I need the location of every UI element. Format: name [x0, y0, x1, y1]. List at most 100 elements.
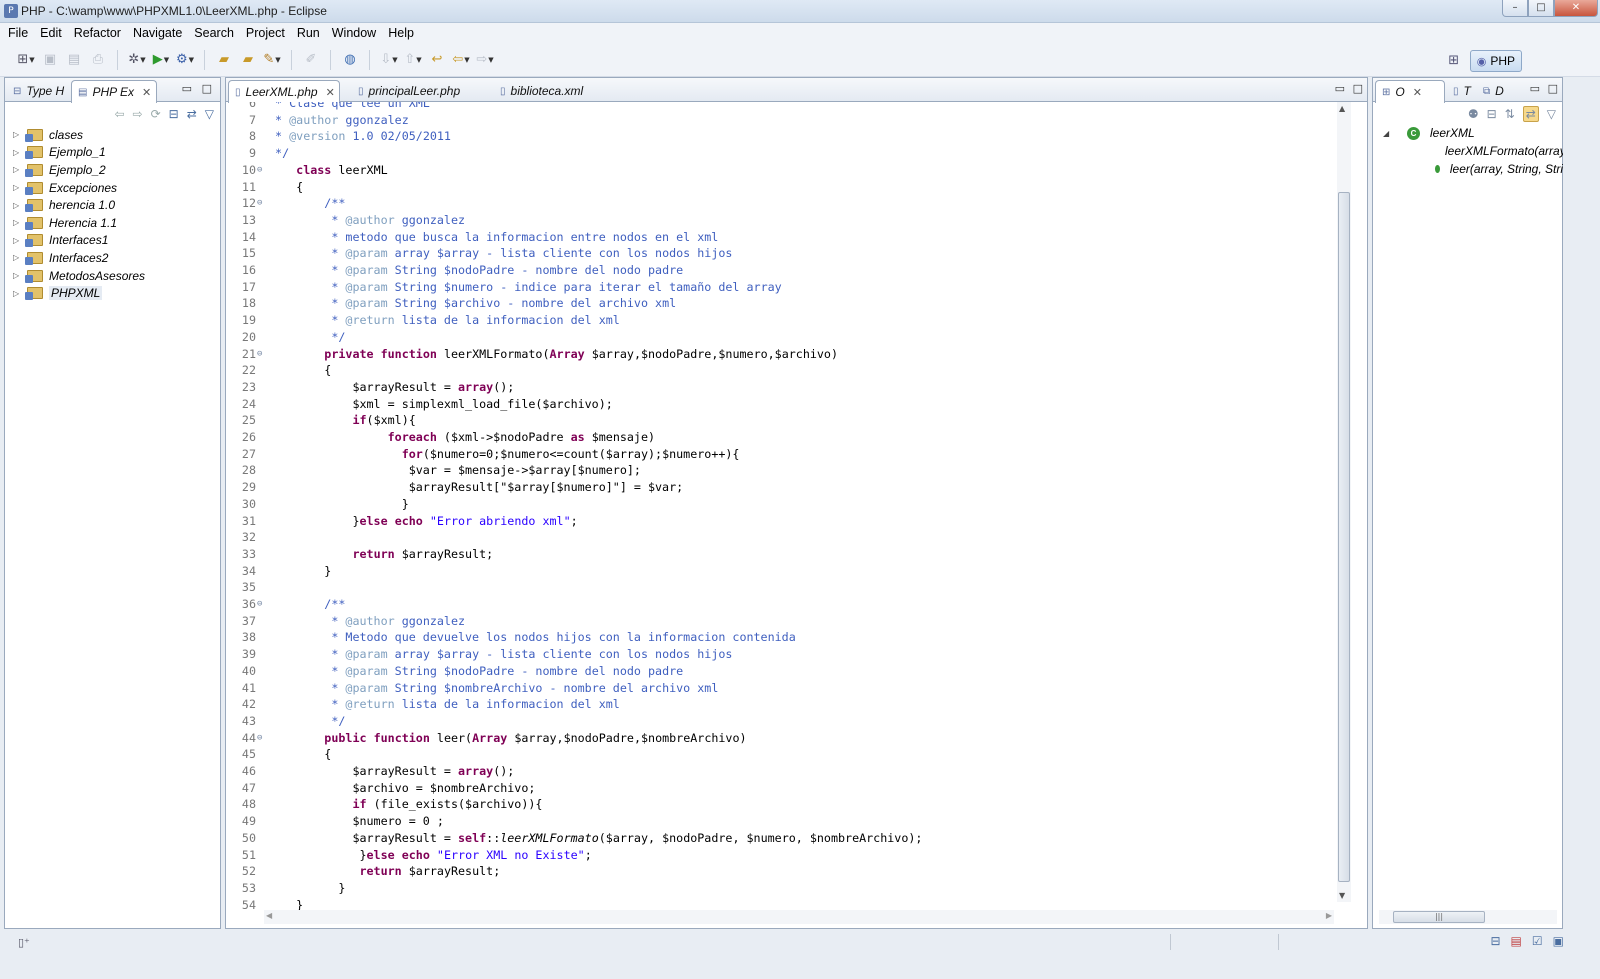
last-edit-icon[interactable]: ↩: [427, 50, 447, 70]
tree-item[interactable]: ▷ Ejemplo_2: [13, 161, 145, 179]
view-menu-icon[interactable]: ▽: [1547, 107, 1556, 121]
scrollbar-thumb[interactable]: [1338, 192, 1350, 882]
expand-icon[interactable]: ▷: [13, 236, 25, 245]
expand-icon[interactable]: ▷: [13, 253, 25, 262]
save-all-icon[interactable]: ▤: [64, 50, 84, 70]
expand-icon[interactable]: ▷: [13, 165, 25, 174]
fold-toggle-icon[interactable]: ⊖: [257, 346, 262, 363]
tree-item[interactable]: ▷ Ejemplo_1: [13, 144, 145, 162]
back-icon[interactable]: ⇦ ▼: [451, 50, 471, 70]
collapse-icon[interactable]: ◢: [1383, 129, 1395, 138]
tab-tasks[interactable]: ▯ T: [1447, 80, 1477, 102]
globe-icon[interactable]: ◍: [340, 50, 360, 70]
maximize-view-icon[interactable]: □: [1548, 82, 1558, 95]
menu-edit[interactable]: Edit: [34, 26, 68, 40]
close-tab-icon[interactable]: ✕: [1413, 86, 1422, 99]
build-icon[interactable]: ✎ ▼: [262, 50, 282, 70]
external-tools-icon[interactable]: ⚙ ▼: [175, 50, 195, 70]
tab-leerxml-php[interactable]: ▯ LeerXML.php ✕: [228, 80, 340, 103]
minimize-view-icon[interactable]: ▭: [182, 82, 192, 95]
menu-file[interactable]: File: [2, 26, 34, 40]
tree-item[interactable]: ▷ Interfaces1: [13, 232, 145, 250]
expand-icon[interactable]: ▷: [13, 289, 25, 298]
console-icon[interactable]: ▣: [1553, 934, 1564, 948]
outline-horizontal-scrollbar[interactable]: |||: [1379, 910, 1557, 924]
tasks-icon[interactable]: ☑: [1532, 934, 1543, 948]
fold-toggle-icon[interactable]: ⊖: [257, 162, 262, 179]
tab-principalleer-php[interactable]: ▯ principalLeer.php: [352, 80, 488, 102]
tab-debug[interactable]: ⧉ D: [1477, 80, 1513, 102]
link-with-editor-icon[interactable]: ⇄: [1522, 106, 1539, 122]
print-icon[interactable]: ⎙: [88, 50, 108, 70]
tree-item-selected[interactable]: ▷ PHPXML: [13, 284, 145, 302]
minimize-view-icon[interactable]: ▭: [1335, 82, 1345, 95]
problems-icon[interactable]: ▤: [1511, 934, 1522, 948]
tab-type-hierarchy[interactable]: ⊟ Type H: [7, 80, 71, 102]
outline-method-item[interactable]: leerXMLFormato(array: [1383, 142, 1563, 160]
close-button[interactable]: ✕: [1554, 0, 1598, 17]
tree-item[interactable]: ▷ Interfaces2: [13, 249, 145, 267]
maximize-view-icon[interactable]: □: [1353, 82, 1363, 95]
tab-outline[interactable]: ⊞ O ✕: [1375, 80, 1445, 103]
collapse-all-icon[interactable]: ⊟: [1487, 107, 1497, 121]
code-area[interactable]: 6 * Clase que lee un XML 7 * @author ggon…: [226, 102, 1338, 917]
save-icon[interactable]: ▣: [40, 50, 60, 70]
tree-item[interactable]: ▷ clases: [13, 126, 145, 144]
maximize-view-icon[interactable]: □: [202, 82, 212, 95]
tab-biblioteca-xml[interactable]: ▯ biblioteca.xml: [494, 80, 614, 102]
outline-method-item[interactable]: leer(array, String, Stri: [1383, 160, 1563, 178]
expand-icon[interactable]: ▷: [13, 271, 25, 280]
fold-toggle-icon[interactable]: ⊖: [257, 596, 262, 613]
menu-refactor[interactable]: Refactor: [68, 26, 127, 40]
minimize-view-icon[interactable]: ▭: [1530, 82, 1540, 95]
fold-toggle-icon[interactable]: ⊖: [257, 195, 262, 212]
tree-item[interactable]: ▷ herencia 1.0: [13, 196, 145, 214]
close-tab-icon[interactable]: ✕: [142, 86, 151, 99]
tab-php-explorer[interactable]: ▤ PHP Ex ✕: [71, 80, 157, 103]
debug-icon[interactable]: ✲ ▼: [127, 50, 147, 70]
expand-icon[interactable]: ▷: [13, 130, 25, 139]
pen-icon[interactable]: ✐: [301, 50, 321, 70]
fold-toggle-icon[interactable]: ⊖: [257, 730, 262, 747]
forward-icon[interactable]: ⇨: [133, 107, 143, 121]
php-perspective-button[interactable]: ◉ PHP: [1469, 50, 1522, 72]
expand-icon[interactable]: ▷: [13, 201, 25, 210]
link-with-editor-icon[interactable]: ⇄: [187, 107, 197, 121]
menu-window[interactable]: Window: [326, 26, 382, 40]
menu-navigate[interactable]: Navigate: [127, 26, 188, 40]
scroll-down-icon[interactable]: ▼: [1339, 891, 1345, 900]
next-annotation-icon[interactable]: ⇩ ▼: [379, 50, 399, 70]
forward-icon[interactable]: ⇨ ▼: [475, 50, 495, 70]
back-icon[interactable]: ⇦: [114, 107, 124, 121]
scroll-left-icon[interactable]: ◀: [266, 911, 272, 920]
menu-search[interactable]: Search: [188, 26, 240, 40]
maximize-button[interactable]: □: [1528, 0, 1554, 17]
new-icon[interactable]: ⊞ ▼: [16, 50, 36, 70]
fast-view-icon[interactable]: ▯⁺: [18, 936, 30, 949]
close-tab-icon[interactable]: ✕: [326, 86, 335, 99]
open-perspective-icon[interactable]: ⊞: [1444, 51, 1464, 71]
sort-icon[interactable]: ⇅: [1505, 107, 1515, 121]
tree-item[interactable]: ▷ Herencia 1.1: [13, 214, 145, 232]
minimize-button[interactable]: –: [1502, 0, 1528, 17]
open-project-icon[interactable]: ▰: [238, 50, 258, 70]
up-icon[interactable]: ⟳: [151, 107, 161, 121]
menu-run[interactable]: Run: [291, 26, 326, 40]
menu-project[interactable]: Project: [240, 26, 291, 40]
view-menu-icon[interactable]: ▽: [205, 107, 214, 121]
outline-class-item[interactable]: ◢ C leerXML: [1383, 124, 1563, 142]
collapse-all-icon[interactable]: ⊟: [169, 107, 179, 121]
vertical-scrollbar[interactable]: ▲ ▼: [1337, 102, 1351, 902]
expand-icon[interactable]: ▷: [13, 183, 25, 192]
scroll-right-icon[interactable]: ▶: [1326, 911, 1332, 920]
menu-help[interactable]: Help: [382, 26, 420, 40]
scroll-up-icon[interactable]: ▲: [1339, 104, 1345, 113]
tree-item[interactable]: ▷ Excepciones: [13, 179, 145, 197]
scrollbar-thumb[interactable]: |||: [1393, 911, 1485, 923]
tree-item[interactable]: ▷ MetodosAsesores: [13, 267, 145, 285]
expand-icon[interactable]: ▷: [13, 218, 25, 227]
run-icon[interactable]: ▶ ▼: [151, 50, 171, 70]
hide-fields-icon[interactable]: ⚉: [1468, 107, 1479, 121]
horizontal-scrollbar[interactable]: ◀ ▶: [264, 910, 1334, 924]
prev-annotation-icon[interactable]: ⇧ ▼: [403, 50, 423, 70]
